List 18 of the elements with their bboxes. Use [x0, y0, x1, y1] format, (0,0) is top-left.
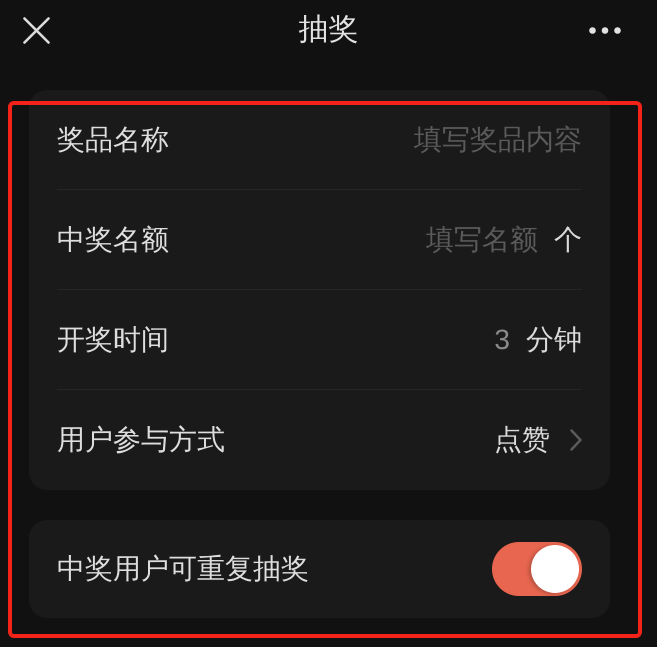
select-value-button[interactable]: 点赞 [494, 422, 582, 458]
text-input[interactable]: 填写名额 [426, 222, 538, 258]
unit-label: 个 [554, 222, 582, 256]
close-button[interactable] [22, 16, 50, 44]
more-button[interactable] [589, 26, 621, 34]
unit-label: 分钟 [526, 322, 582, 356]
toggle-switch[interactable] [492, 542, 582, 596]
setting-label: 中奖用户可重复抽奖 [57, 552, 309, 586]
text-input[interactable]: 3 [494, 322, 510, 358]
field-label: 中奖名额 [57, 222, 169, 256]
field-label: 开奖时间 [57, 322, 169, 356]
close-icon [22, 16, 50, 44]
page-title: 抽奖 [298, 12, 358, 48]
more-icon [589, 26, 621, 34]
field-label: 奖品名称 [57, 122, 169, 156]
text-input[interactable]: 填写奖品内容 [414, 122, 582, 158]
chevron-right-icon [570, 429, 582, 451]
field-label: 用户参与方式 [57, 423, 225, 457]
